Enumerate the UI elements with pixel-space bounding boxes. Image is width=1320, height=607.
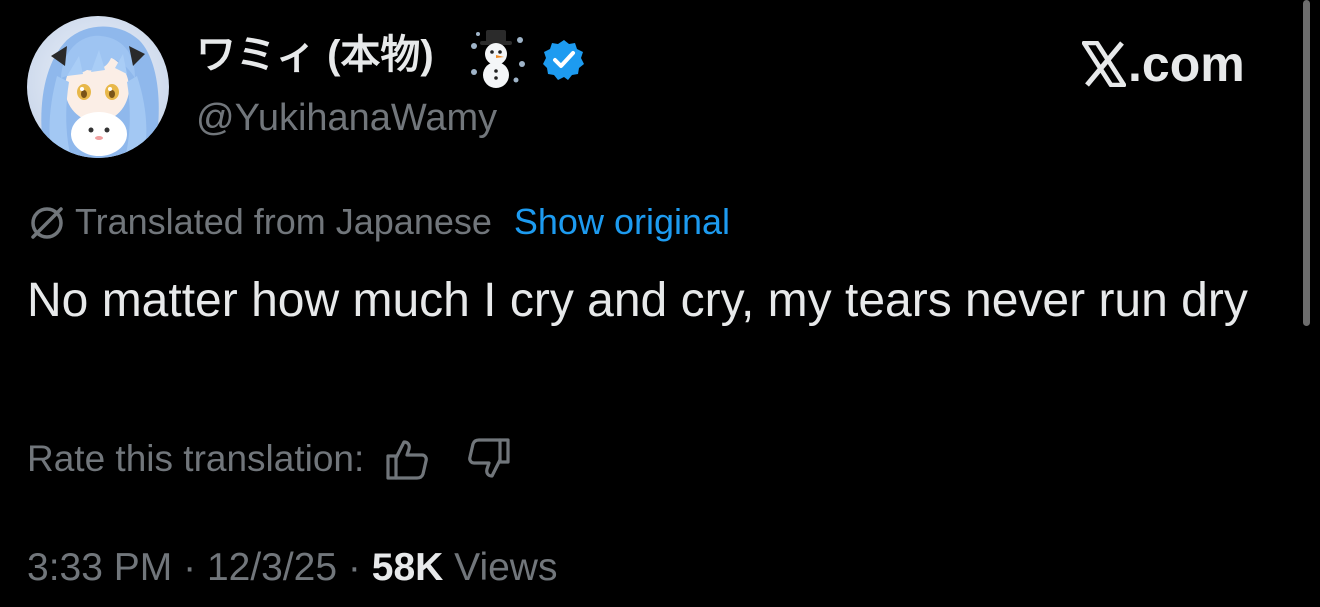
translation-info: Translated from Japanese Show original xyxy=(27,198,730,246)
rate-translation-row: Rate this translation: xyxy=(27,434,512,484)
translate-globe-icon xyxy=(27,203,67,243)
tweet-time[interactable]: 3:33 PM xyxy=(27,546,172,589)
brand-domain-text: .com xyxy=(1128,36,1245,92)
rate-translation-label: Rate this translation: xyxy=(27,438,365,479)
show-original-link[interactable]: Show original xyxy=(514,198,730,246)
scrollbar[interactable] xyxy=(1303,0,1310,326)
display-name[interactable]: ワミィ (本物) xyxy=(196,30,434,80)
thumbs-up-icon[interactable] xyxy=(384,436,430,482)
x-com-brand: .com xyxy=(1081,36,1245,96)
meta-separator: · xyxy=(347,546,361,589)
translated-from-label: Translated from Japanese xyxy=(75,201,492,242)
meta-separator: · xyxy=(183,546,197,589)
verified-badge-icon xyxy=(542,38,586,82)
x-logo-icon xyxy=(1081,40,1127,88)
avatar[interactable] xyxy=(27,16,169,158)
views-count: 58K xyxy=(371,546,444,589)
tweet-text: No matter how much I cry and cry, my tea… xyxy=(27,274,1248,327)
avatar-anime-girl-icon xyxy=(27,16,169,158)
thumbs-down-icon[interactable] xyxy=(466,436,512,482)
views-label: Views xyxy=(454,546,558,589)
snowman-emoji xyxy=(466,28,528,88)
user-handle[interactable]: @YukihanaWamy xyxy=(196,94,497,142)
tweet-meta: 3:33 PM · 12/3/25 · 58K Views xyxy=(27,542,557,594)
tweet-screenshot: ワミィ (本物) @YukihanaWamy .com Translated f… xyxy=(0,0,1320,607)
tweet-date[interactable]: 12/3/25 xyxy=(207,546,337,589)
